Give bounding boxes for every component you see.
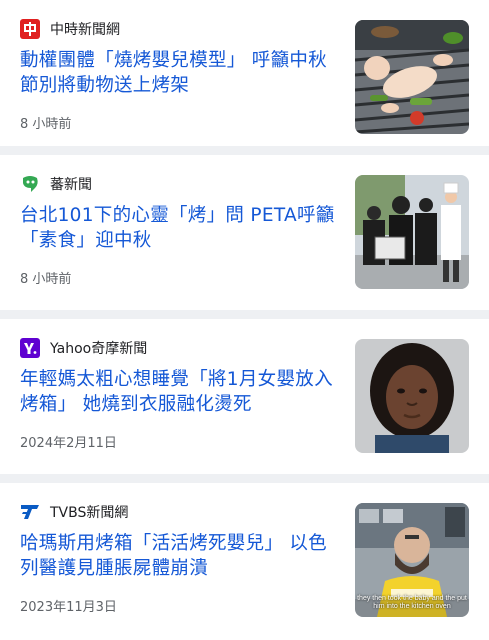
source-row: Yahoo奇摩新聞	[20, 337, 147, 359]
article-headline[interactable]: 哈瑪斯用烤箱「活活烤死嬰兒」 以色列醫護見腫脹屍體崩潰	[20, 531, 335, 581]
article-time: 2024年2月11日	[20, 436, 117, 451]
mugshot-woman-image[interactable]	[355, 339, 469, 453]
thumbnail-caption: they then took the baby and the put him …	[357, 595, 467, 610]
peta-protest-chef-image[interactable]	[355, 175, 469, 289]
rescue-worker-interview-image[interactable]: they then took the baby and the put him …	[355, 503, 469, 617]
news-card[interactable]: Yahoo奇摩新聞 年輕媽太粗心想睡覺「將1月女嬰放入烤箱」 她燒到衣服融化燙死…	[0, 319, 489, 474]
article-headline[interactable]: 台北101下的心靈「烤」問 PETA呼籲「素食」迎中秋	[20, 203, 335, 253]
article-time: 2023年11月3日	[20, 600, 117, 615]
source-name: 蕃新聞	[50, 177, 92, 193]
news-card[interactable]: 蕃新聞 台北101下的心靈「烤」問 PETA呼籲「素食」迎中秋 8 小時前	[0, 155, 489, 310]
article-headline[interactable]: 年輕媽太粗心想睡覺「將1月女嬰放入烤箱」 她燒到衣服融化燙死	[20, 367, 335, 417]
news-card[interactable]: TVBS新聞網 哈瑪斯用烤箱「活活烤死嬰兒」 以色列醫護見腫脹屍體崩潰 2023…	[0, 483, 489, 638]
divider	[0, 474, 489, 483]
source-row: 蕃新聞	[20, 173, 92, 195]
yahoo-logo-icon	[20, 338, 40, 358]
source-row: 中時新聞網	[20, 18, 120, 40]
source-name: 中時新聞網	[50, 22, 120, 38]
article-time: 8 小時前	[20, 117, 72, 132]
divider	[0, 146, 489, 155]
source-name: Yahoo奇摩新聞	[50, 341, 148, 357]
baby-doll-on-grill-image[interactable]	[355, 20, 469, 134]
divider	[0, 310, 489, 319]
chinatimes-logo-icon	[20, 19, 40, 39]
news-card[interactable]: 中時新聞網 動權團體「燒烤嬰兒模型」 呼籲中秋節別將動物送上烤架 8 小時前	[0, 0, 489, 146]
fannews-logo-icon	[20, 174, 40, 194]
news-feed: 中時新聞網 動權團體「燒烤嬰兒模型」 呼籲中秋節別將動物送上烤架 8 小時前 蕃…	[0, 0, 489, 638]
tvbs-logo-icon	[20, 502, 40, 522]
source-name: TVBS新聞網	[50, 505, 129, 521]
source-row: TVBS新聞網	[20, 501, 128, 523]
article-time: 8 小時前	[20, 272, 72, 287]
article-headline[interactable]: 動權團體「燒烤嬰兒模型」 呼籲中秋節別將動物送上烤架	[20, 48, 335, 98]
